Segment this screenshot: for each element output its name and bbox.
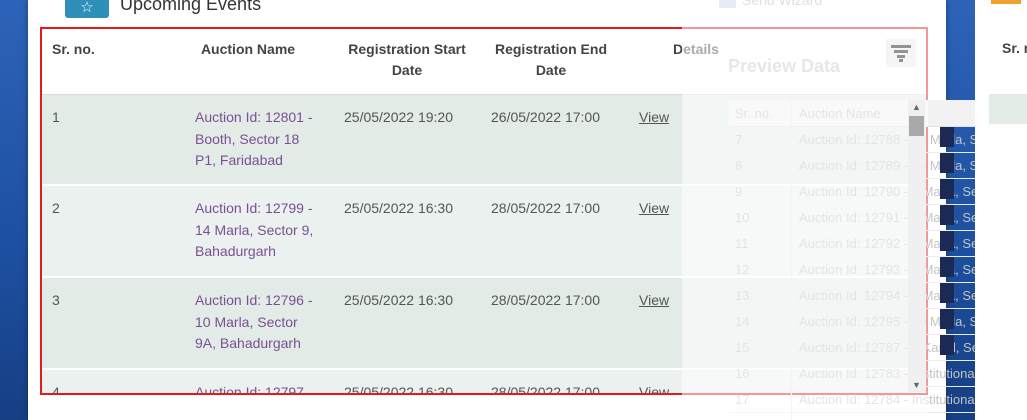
cell-reg-start: 25/05/2022 16:30 — [344, 384, 453, 395]
cell-auction-name: Auction Id: 12801 - Booth, Sector 18 P1,… — [195, 109, 313, 168]
preview-name: Auction Id: 12783 - Institutional Plot — [799, 366, 1004, 381]
cell-sr-no: 4 — [52, 384, 60, 395]
view-link[interactable]: View — [639, 382, 669, 393]
checkbox-icon — [719, 0, 736, 8]
cell-reg-end: 26/05/2022 17:00 — [491, 109, 600, 125]
star-icon: ☆ — [65, 0, 109, 18]
view-link[interactable]: View — [639, 198, 669, 220]
preview-sr: 10 — [735, 210, 750, 225]
scroll-up-icon[interactable]: ▲ — [908, 100, 925, 114]
header-registration-start: Registration Start Date — [348, 41, 466, 78]
preview-name: Auction Id: 12784 - Institutional Plot — [799, 392, 1004, 407]
row-marker — [940, 179, 954, 199]
cell-auction-name: Auction Id: 12796 - 10 Marla, Sector 9A,… — [195, 292, 313, 351]
cell-auction-name: Auction Id: 12797 — [195, 384, 304, 395]
cell-reg-end: 28/05/2022 17:00 — [491, 292, 600, 308]
filter-button[interactable] — [886, 39, 916, 67]
preview-sr: 17 — [735, 392, 750, 407]
row-marker — [940, 335, 954, 355]
cell-sr-no: 1 — [52, 109, 60, 125]
scroll-thumb[interactable] — [909, 116, 924, 136]
header-registration-end: Registration End Date — [494, 41, 607, 78]
row-markers — [940, 127, 954, 417]
preview-scrollbar[interactable]: ▲ ▼ — [908, 100, 925, 392]
scroll-down-icon[interactable]: ▼ — [908, 378, 925, 392]
preview-header-sr-no: Sr. no. — [735, 106, 773, 121]
adjacent-panel: Sr. no. — [975, 0, 1027, 420]
filter-icon — [891, 45, 911, 62]
cell-sr-no: 2 — [52, 200, 60, 216]
cell-reg-start: 25/05/2022 16:30 — [344, 200, 453, 216]
preview-name: Auction Id: 12791 - 1 Marla, Sector — [799, 210, 1000, 225]
preview-sr: 9 — [735, 184, 743, 199]
row-marker — [940, 283, 954, 303]
view-link[interactable]: View — [639, 290, 669, 312]
preview-sr: 14 — [735, 314, 750, 329]
cell-reg-start: 25/05/2022 16:30 — [344, 292, 453, 308]
preview-sr: 16 — [735, 366, 750, 381]
panel-accent — [991, 0, 1021, 4]
cell-auction-name: Auction Id: 12799 - 14 Marla, Sector 9, … — [195, 200, 314, 259]
section-title: Upcoming Events — [120, 0, 262, 14]
row-marker — [940, 309, 954, 329]
row-marker — [940, 127, 954, 147]
preview-sr: 13 — [735, 288, 750, 303]
preview-title: Preview Data — [728, 56, 841, 76]
header-auction-name: Auction Name — [200, 41, 296, 57]
view-link[interactable]: View — [639, 107, 669, 129]
preview-sr: 11 — [735, 236, 749, 251]
header-details: Details — [673, 41, 719, 57]
preview-sr: 8 — [735, 158, 743, 173]
row-marker — [940, 257, 954, 277]
row-marker — [940, 205, 954, 225]
cell-reg-start: 25/05/2022 19:20 — [344, 109, 453, 125]
preview-header-auction-name: Auction Name — [799, 106, 881, 121]
cell-sr-no: 3 — [52, 292, 60, 308]
adjacent-row — [989, 94, 1027, 124]
adjacent-header-sr-no: Sr. no. — [1002, 40, 1027, 56]
preview-sr: 7 — [735, 132, 743, 147]
header-sr-no: Sr. no. — [52, 41, 95, 57]
cell-reg-end: 28/05/2022 17:00 — [491, 384, 600, 395]
preview-name: Auction Id: 12794 - 4 Marla, Sector — [799, 288, 1000, 303]
preview-sr: 12 — [735, 262, 750, 277]
panel-header: ☆ Upcoming Events — [28, 0, 946, 22]
row-marker — [940, 231, 954, 251]
cell-reg-end: 28/05/2022 17:00 — [491, 200, 600, 216]
row-marker — [940, 153, 954, 173]
preview-sr: 15 — [735, 340, 750, 355]
